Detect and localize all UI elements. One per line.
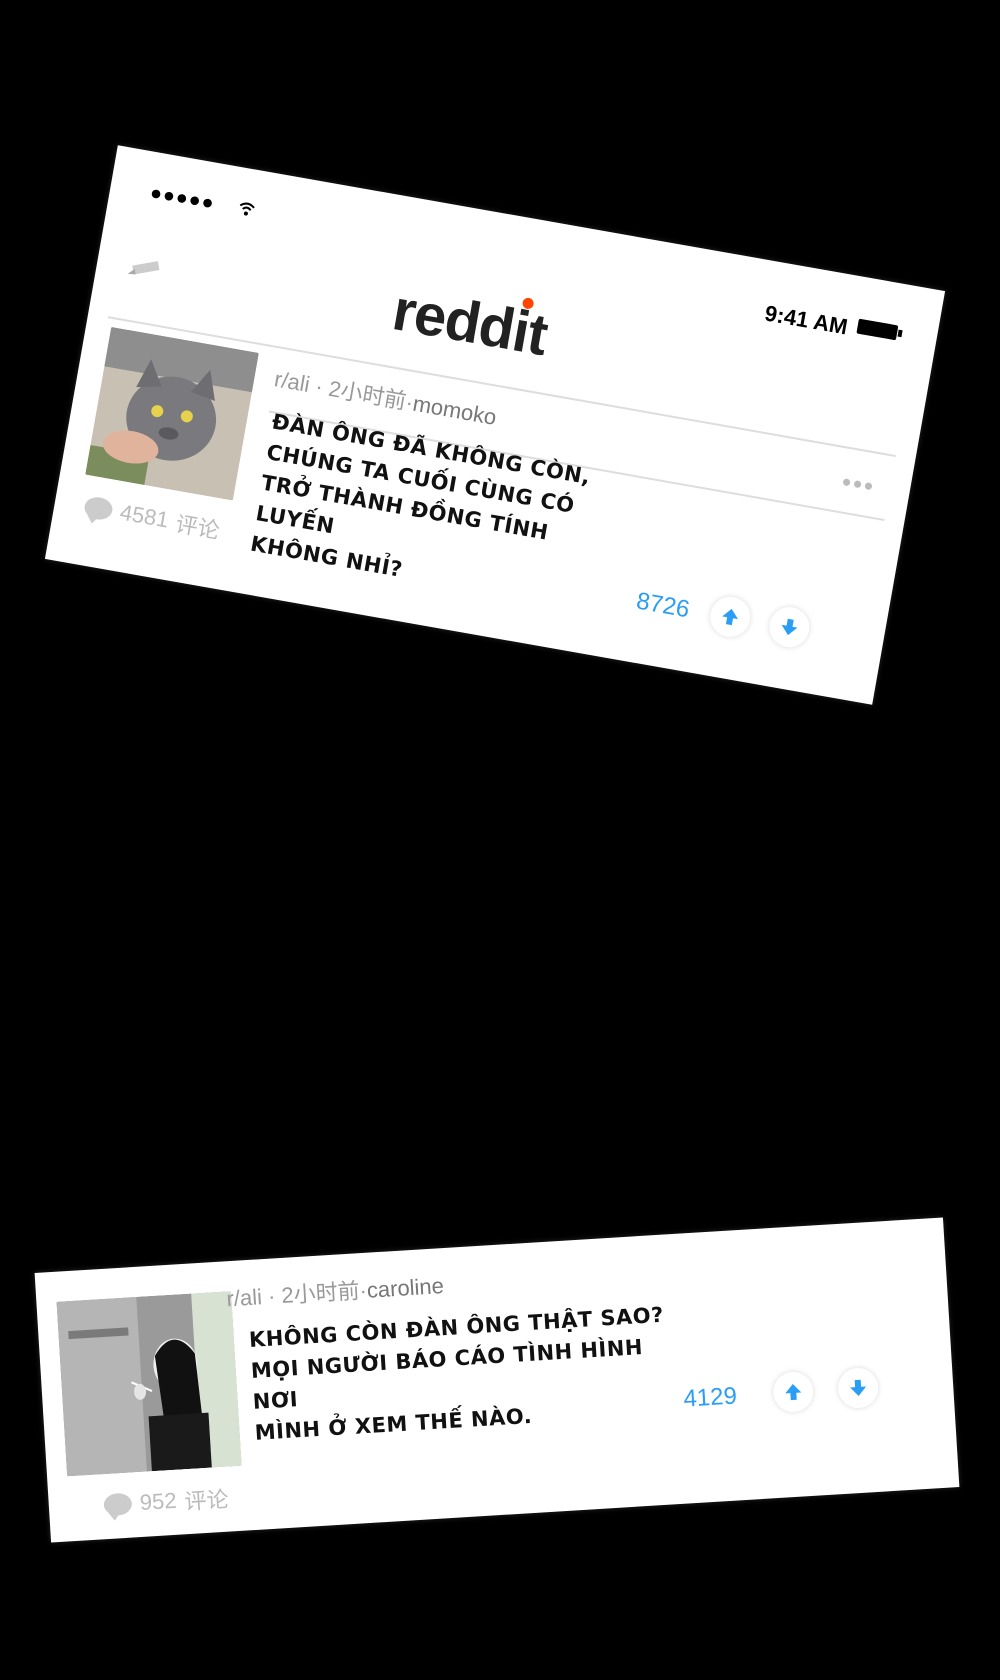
upvote-button[interactable] <box>772 1370 815 1414</box>
post-meta: r/ali · 2小时前·caroline <box>225 1273 445 1312</box>
wifi-icon <box>239 202 255 216</box>
signal-icon: ●●●●● <box>148 181 217 215</box>
comments-count: 4581 <box>118 499 171 533</box>
arrow-down-icon <box>850 1379 867 1396</box>
comments-button[interactable]: 4581 评论 <box>82 490 222 545</box>
upvote-button[interactable] <box>707 593 754 640</box>
comments-label: 评论 <box>173 511 222 544</box>
username-link[interactable]: caroline <box>366 1273 444 1303</box>
avatar-woman[interactable] <box>56 1291 242 1477</box>
post-body[interactable]: KHÔNG CÒN ĐÀN ÔNG THẬT SAO? MỌI NGƯỜI BÁ… <box>248 1299 675 1448</box>
cat-photo-icon <box>85 326 259 501</box>
time-ago: 2小时前 <box>280 1278 361 1308</box>
time-ago: 2小时前 <box>326 375 409 414</box>
battery-icon <box>856 318 899 341</box>
woman-photo-icon <box>56 1291 242 1477</box>
subreddit-link[interactable]: r/ali <box>273 366 312 397</box>
vote-score: 8726 <box>634 587 692 624</box>
downvote-button[interactable] <box>836 1366 880 1410</box>
comment-bubble-icon <box>103 1492 133 1517</box>
arrow-up-icon <box>785 1383 802 1401</box>
comments-label: 评论 <box>183 1486 230 1515</box>
post-card-caroline[interactable]: r/ali · 2小时前·caroline KHÔNG CÒN ĐÀN ÔNG … <box>34 1217 960 1543</box>
arrow-up-icon <box>722 608 738 626</box>
arrow-down-icon <box>781 618 798 636</box>
vote-score: 4129 <box>682 1382 738 1413</box>
subreddit-link[interactable]: r/ali <box>226 1284 263 1311</box>
reddit-logo: reddit <box>387 277 553 369</box>
downvote-button[interactable] <box>766 604 813 651</box>
comments-count: 952 <box>139 1487 178 1516</box>
avatar-cat[interactable] <box>85 326 259 501</box>
more-options-icon[interactable]: ••• <box>839 466 878 502</box>
comment-bubble-icon <box>82 495 115 522</box>
compose-pencil-icon[interactable] <box>125 254 168 283</box>
post-card-momoko[interactable]: ●●●●● 9:41 AM reddit r/ali · 2小时前·momoko <box>44 145 946 705</box>
comments-button[interactable]: 952 评论 <box>103 1482 229 1522</box>
status-time: 9:41 AM <box>762 300 850 340</box>
username-link[interactable]: momoko <box>411 391 498 430</box>
post-body[interactable]: ĐÀN ÔNG ĐÃ KHÔNG CÒN, CHÚNG TA CUỐI CÙNG… <box>248 406 610 618</box>
